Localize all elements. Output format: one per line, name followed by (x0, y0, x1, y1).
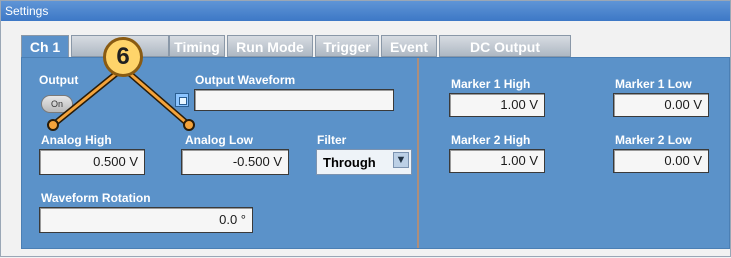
analog-low-label: Analog Low (185, 133, 253, 147)
marker1-low-field[interactable]: 0.00 V (613, 93, 709, 117)
output-waveform-label: Output Waveform (195, 73, 296, 87)
output-label: Output (39, 73, 79, 87)
chevron-down-icon[interactable]: ▼ (393, 152, 409, 168)
tab-ch1[interactable]: Ch 1 (21, 35, 69, 59)
panel-divider (417, 58, 419, 248)
marker2-low-label: Marker 2 Low (615, 133, 692, 147)
marker2-high-label: Marker 2 High (451, 133, 531, 147)
tab-timing[interactable]: Timing (169, 35, 225, 57)
waveform-rotation-label: Waveform Rotation (41, 191, 151, 205)
tab-dc-output[interactable]: DC Output (439, 35, 571, 57)
analog-high-label: Analog High (41, 133, 112, 147)
window-title: Settings (1, 1, 730, 21)
tab-run-mode[interactable]: Run Mode (227, 35, 313, 57)
filter-value: Through (323, 155, 376, 170)
settings-window: Settings Ch 1 Timing Run Mode Trigger Ev… (0, 0, 731, 257)
analog-low-field[interactable]: -0.500 V (181, 149, 289, 175)
marker2-low-field[interactable]: 0.00 V (613, 149, 709, 173)
waveform-rotation-field[interactable]: 0.0 ° (39, 207, 253, 233)
marker1-high-field[interactable]: 1.00 V (449, 93, 545, 117)
marker1-low-label: Marker 1 Low (615, 77, 692, 91)
marker1-high-label: Marker 1 High (451, 77, 531, 91)
output-waveform-field[interactable] (194, 89, 394, 111)
analog-high-field[interactable]: 0.500 V (39, 149, 145, 175)
filter-select[interactable]: Through ▼ (316, 149, 412, 175)
tab-trigger[interactable]: Trigger (315, 35, 379, 57)
callout-badge: 6 (103, 37, 143, 77)
output-toggle[interactable]: On (41, 95, 73, 113)
tab-event[interactable]: Event (381, 35, 437, 57)
waveform-select-icon[interactable] (175, 93, 189, 107)
filter-label: Filter (317, 133, 347, 147)
marker2-high-field[interactable]: 1.00 V (449, 149, 545, 173)
